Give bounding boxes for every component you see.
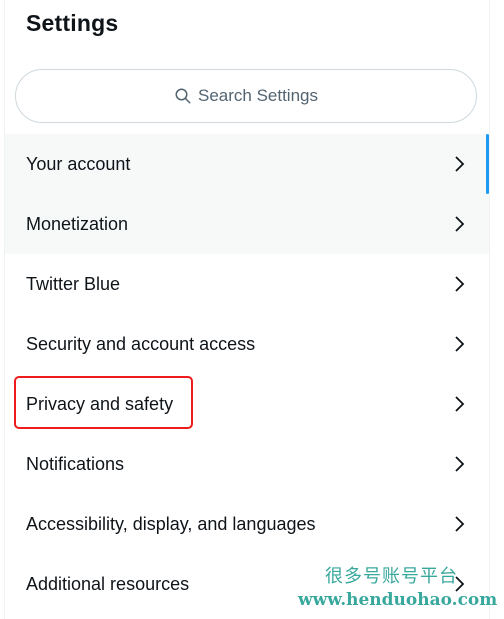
page-title: Settings [26, 10, 119, 36]
menu-item-label: Your account [26, 153, 131, 174]
chevron-right-icon [453, 455, 465, 473]
chevron-right-icon [453, 215, 465, 233]
settings-panel: Settings Search Settings Your account Mo… [4, 0, 490, 619]
menu-item-accessibility[interactable]: Accessibility, display, and languages [5, 494, 489, 554]
settings-menu: Your account Monetization Twitter Blue S… [5, 134, 489, 614]
watermark-url: www.henduohao.com [298, 590, 498, 610]
scrollbar-thumb[interactable] [486, 134, 489, 194]
menu-item-notifications[interactable]: Notifications [5, 434, 489, 494]
menu-item-security[interactable]: Security and account access [5, 314, 489, 374]
search-input[interactable]: Search Settings [15, 69, 477, 123]
menu-item-monetization[interactable]: Monetization [5, 194, 489, 254]
chevron-right-icon [453, 335, 465, 353]
menu-item-twitter-blue[interactable]: Twitter Blue [5, 254, 489, 314]
watermark-chinese: 很多号账号平台 [325, 566, 458, 587]
search-placeholder: Search Settings [197, 86, 318, 105]
chevron-right-icon [453, 275, 465, 293]
chevron-right-icon [453, 395, 465, 413]
menu-item-label: Notifications [26, 453, 125, 474]
chevron-right-icon [453, 515, 465, 533]
menu-item-label: Additional resources [26, 573, 190, 594]
search-icon [175, 88, 191, 104]
menu-item-label: Monetization [26, 213, 129, 234]
menu-item-your-account[interactable]: Your account [5, 134, 489, 194]
menu-item-label: Accessibility, display, and languages [26, 513, 316, 534]
menu-item-label: Security and account access [26, 333, 256, 354]
highlight-annotation-box [14, 376, 193, 429]
menu-item-label: Twitter Blue [26, 273, 121, 294]
chevron-right-icon [453, 155, 465, 173]
